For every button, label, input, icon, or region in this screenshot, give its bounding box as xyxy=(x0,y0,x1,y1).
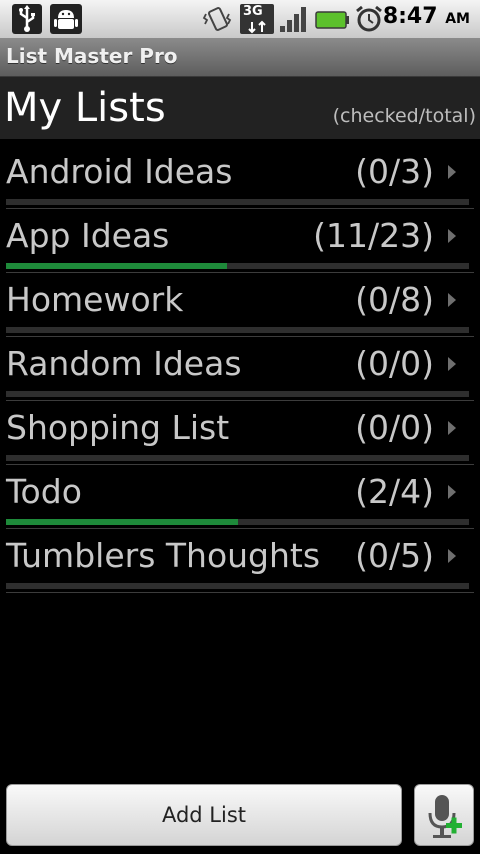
list-item-name: App Ideas xyxy=(6,216,170,255)
list-item-name: Homework xyxy=(6,280,184,319)
usb-icon xyxy=(12,4,42,34)
3g-data-icon: 3G xyxy=(240,4,274,34)
list-item-count: (0/3) xyxy=(355,152,434,191)
list-item[interactable]: Tumblers Thoughts (0/5) xyxy=(0,525,480,593)
chevron-right-icon xyxy=(448,229,456,243)
voice-add-button[interactable] xyxy=(414,784,474,846)
list-item-name: Random Ideas xyxy=(6,344,242,383)
list-item[interactable]: Homework (0/8) xyxy=(0,269,480,337)
chevron-right-icon xyxy=(448,165,456,179)
list-item-name: Tumblers Thoughts xyxy=(6,536,321,575)
list-item-name: Todo xyxy=(6,472,82,511)
list-item[interactable]: App Ideas (11/23) xyxy=(0,205,480,273)
list-item-count: (0/8) xyxy=(355,280,434,319)
app-title: List Master Pro xyxy=(6,44,178,68)
chevron-right-icon xyxy=(448,293,456,307)
signal-icon xyxy=(278,4,308,34)
list-item[interactable]: Todo (2/4) xyxy=(0,461,480,529)
header-subtitle: (checked/total) xyxy=(332,105,476,127)
list-item[interactable]: Random Ideas (0/0) xyxy=(0,333,480,401)
clock-ampm: AM xyxy=(445,11,470,27)
progress-track xyxy=(6,583,469,589)
chevron-right-icon xyxy=(448,357,456,371)
list-item[interactable]: Shopping List (0/0) xyxy=(0,397,480,465)
list-item-count: (0/0) xyxy=(355,344,434,383)
list-item-name: Shopping List xyxy=(6,408,230,447)
list-divider xyxy=(6,592,474,593)
bottom-bar: Add List xyxy=(0,780,480,854)
chevron-right-icon xyxy=(448,549,456,563)
page-title: My Lists xyxy=(4,85,166,131)
clock-time: 8:47 xyxy=(382,4,438,29)
list-item-count: (2/4) xyxy=(355,472,434,511)
list-item[interactable]: Android Ideas (0/3) xyxy=(0,141,480,209)
vibrate-icon xyxy=(202,4,232,34)
list-item-count: (0/5) xyxy=(355,536,434,575)
chevron-right-icon xyxy=(448,421,456,435)
list-item-count: (11/23) xyxy=(313,216,434,255)
clock: 8:47 AM xyxy=(383,4,470,29)
status-bar: 3G 8:47 AM xyxy=(0,0,480,38)
app-title-bar: List Master Pro xyxy=(0,38,480,77)
lists-container: Android Ideas (0/3) App Ideas (11/23) Ho… xyxy=(0,141,480,593)
page-header: My Lists (checked/total) xyxy=(0,77,480,139)
list-item-count: (0/0) xyxy=(355,408,434,447)
microphone-add-icon xyxy=(428,795,462,838)
add-list-button-label: Add List xyxy=(161,803,247,827)
chevron-right-icon xyxy=(448,485,456,499)
alarm-icon xyxy=(354,4,384,34)
add-list-button[interactable]: Add List xyxy=(6,784,402,846)
battery-icon xyxy=(314,4,350,34)
android-debug-icon xyxy=(50,4,82,34)
list-item-name: Android Ideas xyxy=(6,152,233,191)
